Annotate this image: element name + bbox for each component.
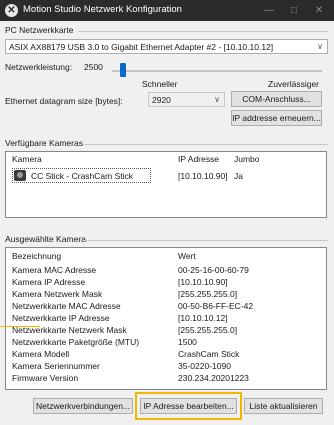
column-header-ip[interactable]: IP Adresse [178, 154, 219, 164]
row-value: [255.255.255.0] [178, 289, 238, 299]
table-row[interactable]: Kamera MAC Adresse 00-25-16-00-60-79 [6, 265, 326, 277]
slider-right-label: Zuverlässiger [268, 79, 320, 89]
title-bar: ✕ Motion Studio Netzwerk Konfiguration —… [0, 0, 334, 21]
row-value: 35-0220-1090 [178, 361, 231, 371]
annotation-line [0, 326, 40, 327]
row-label: Firmware Version [12, 373, 79, 383]
power-label: Netzwerkleistung: [5, 62, 73, 72]
highlight-frame [135, 392, 242, 420]
camera-details-table[interactable]: Bezeichnung Wert Kamera MAC Adresse 00-25… [5, 247, 327, 390]
camera-name: CC Stick - CrashCam Stick [31, 171, 134, 181]
table-row[interactable]: Netzwerkkarte MAC Adresse 00-50-B6-FF-EC-… [6, 301, 326, 313]
row-label: Kamera IP Adresse [12, 277, 86, 287]
renew-ip-button[interactable]: IP addresse erneuern... [231, 110, 322, 126]
row-label: Netzwerkkarte IP Adresse [12, 313, 110, 323]
column-header-jumbo[interactable]: Jumbo [234, 154, 260, 164]
window-title: Motion Studio Netzwerk Konfiguration [23, 4, 182, 15]
row-value: [10.10.10.90] [178, 277, 228, 287]
chevron-down-icon: ∨ [214, 95, 220, 104]
row-value: 1500 [178, 337, 197, 347]
camera-list-header: Kamera IP Adresse Jumbo [6, 154, 326, 166]
column-header-value[interactable]: Wert [178, 251, 196, 261]
slider-left-label: Schneller [142, 79, 178, 89]
camera-icon [14, 170, 26, 181]
datagram-select[interactable]: 2920 ∨ [148, 92, 225, 107]
row-value: CrashCam Stick [178, 349, 240, 359]
row-value: 230.234.20201223 [178, 373, 249, 383]
minimize-button[interactable]: — [258, 3, 280, 18]
camera-jumbo: Ja [234, 171, 243, 181]
app-logo-icon: ✕ [5, 4, 18, 17]
column-header-camera[interactable]: Kamera [12, 154, 42, 164]
table-row[interactable]: Kamera Seriennummer 35-0220-1090 [6, 361, 326, 373]
row-label: Netzwerkkarte Paketgröße (MTU) [12, 337, 140, 347]
datagram-label: Ethernet datagram size [bytes]: [5, 96, 123, 106]
table-row[interactable]: Firmware Version 230.234.20201223 [6, 373, 326, 385]
row-value: 00-25-16-00-60-79 [178, 265, 249, 275]
refresh-list-button[interactable]: Liste aktualisieren [244, 398, 323, 414]
row-value: [10.10.10.12] [178, 313, 228, 323]
table-row[interactable]: Netzwerkkarte IP Adresse [10.10.10.12] [6, 313, 326, 325]
selected-group-label: Ausgewählte Kamera [5, 234, 86, 244]
details-header: Bezeichnung Wert [6, 251, 326, 263]
power-slider-thumb[interactable] [120, 63, 127, 77]
group-divider [84, 240, 328, 241]
row-label: Kamera Modell [12, 349, 70, 359]
power-value: 2500 [84, 62, 103, 72]
app-window: ✕ Motion Studio Netzwerk Konfiguration —… [0, 0, 334, 425]
pc-group-label: PC Netzwerkkarte [5, 25, 74, 35]
network-connections-button[interactable]: Netzwerkverbindungen... [33, 398, 133, 414]
table-row[interactable]: Kamera Modell CrashCam Stick [6, 349, 326, 361]
maximize-button[interactable]: □ [283, 3, 305, 18]
adapter-select[interactable]: ASIX AX88179 USB 3.0 to Gigabit Ethernet… [5, 39, 328, 54]
adapter-value: ASIX AX88179 USB 3.0 to Gigabit Ethernet… [9, 42, 274, 52]
power-slider-track[interactable] [112, 70, 322, 72]
group-divider [84, 144, 328, 145]
row-value: [255.255.255.0] [178, 325, 238, 335]
table-row[interactable]: Netzwerkkarte Netzwerk Mask [255.255.255.… [6, 325, 326, 337]
table-row[interactable]: Kamera Netzwerk Mask [255.255.255.0] [6, 289, 326, 301]
column-header-label[interactable]: Bezeichnung [12, 251, 61, 261]
camera-ip: [10.10.10.90] [178, 171, 228, 181]
datagram-value: 2920 [152, 95, 171, 105]
table-row[interactable]: Kamera IP Adresse [10.10.10.90] [6, 277, 326, 289]
row-label: Netzwerkkarte MAC Adresse [12, 301, 121, 311]
table-row[interactable]: Netzwerkkarte Paketgröße (MTU) 1500 [6, 337, 326, 349]
group-divider [78, 31, 328, 32]
com-port-button[interactable]: COM-Anschluss... [231, 91, 322, 107]
close-button[interactable]: ✕ [308, 3, 330, 18]
camera-list[interactable]: Kamera IP Adresse Jumbo CC Stick - Crash… [5, 151, 327, 218]
chevron-down-icon: ∨ [317, 42, 323, 51]
list-item[interactable]: CC Stick - CrashCam Stick [10.10.10.90] … [6, 168, 326, 184]
cameras-group-label: Verfügbare Kameras [5, 138, 83, 148]
row-value: 00-50-B6-FF-EC-42 [178, 301, 254, 311]
row-label: Kamera MAC Adresse [12, 265, 97, 275]
row-label: Kamera Seriennummer [12, 361, 100, 371]
row-label: Kamera Netzwerk Mask [12, 289, 103, 299]
